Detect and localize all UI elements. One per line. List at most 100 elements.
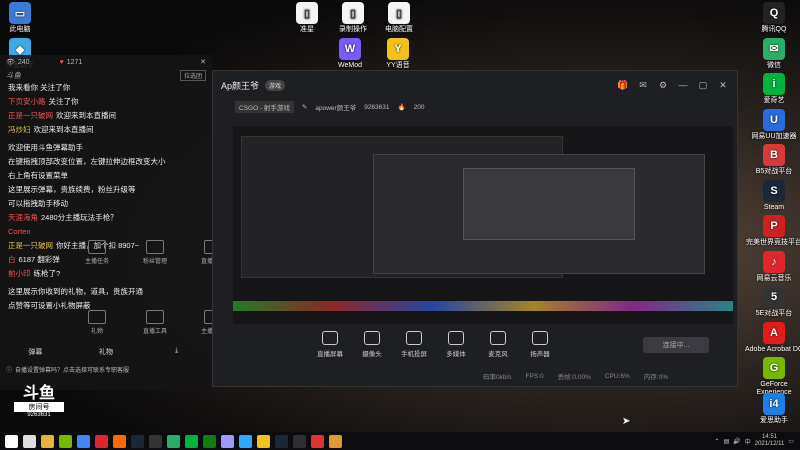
chat-message: 前小印 练枪了?	[0, 267, 212, 281]
taskbar-csgo-icon[interactable]	[329, 434, 342, 448]
taskbar-search-icon[interactable]	[23, 434, 36, 448]
danmaku-assistant-panel[interactable]: 👁 240 ♥ 1271 ✕ 斗鱼 拉选团 我来看你 关注了你 下页安小路 关注了你…	[0, 55, 225, 390]
preview-inner-3	[463, 168, 635, 240]
taskbar-red-app-icon[interactable]	[311, 434, 324, 448]
room-id: 9263631	[364, 103, 390, 111]
source-button[interactable]: 扬声器	[519, 327, 561, 358]
close-icon[interactable]: ✕	[717, 79, 729, 91]
clock-date: 2021/12/11	[754, 441, 785, 447]
edit-icon[interactable]: ✎	[302, 103, 307, 111]
chat-username[interactable]: 天涯海角	[8, 213, 38, 222]
tray-chevron-icon[interactable]: ⌃	[715, 438, 720, 445]
desktop-icon-right-3[interactable]: U 网易UU加速器	[742, 108, 800, 141]
desktop-icon-label: 爱思助手	[760, 416, 788, 424]
taskbar-qq-icon[interactable]	[149, 434, 162, 448]
chat-message: 这里展示弹幕，贵族续费，粉丝升级等	[0, 183, 212, 197]
desktop-icon-label: 此电脑	[9, 26, 31, 33]
stream-preview[interactable]	[233, 126, 733, 324]
streaming-window[interactable]: Ap颜王爷 游戏 🎁 ✉ ⚙ — ▢ ✕ CSGO - 射手游戏 ✎ apowe…	[212, 70, 738, 387]
tab-danmaku[interactable]: 弹幕	[0, 347, 71, 361]
taskbar-netease-music-icon[interactable]	[95, 434, 108, 448]
minimize-icon[interactable]: —	[677, 79, 689, 91]
start-stream-button[interactable]: 连接中...	[643, 337, 709, 353]
desktop-icon-label: 网易UU加速器	[751, 132, 797, 140]
maximize-icon[interactable]: ▢	[697, 79, 709, 91]
desktop-icon-right-7[interactable]: ♪ 网易云音乐	[742, 250, 800, 283]
chat-username[interactable]: 前小印	[8, 269, 31, 278]
download-icon[interactable]: ⤓	[141, 347, 212, 361]
douyu-room-label: 房间号	[14, 402, 64, 412]
desktop-icon-right-9[interactable]: A Adobe Acrobat DC	[742, 321, 800, 354]
chat-username[interactable]: 冯炒妇	[8, 125, 31, 134]
taskbar-iqiyi-icon[interactable]	[185, 434, 198, 448]
tool-tile[interactable]: 礼物	[80, 310, 114, 335]
tool-tile[interactable]: 粉丝管理	[138, 240, 172, 265]
gift-icon[interactable]: 🎁	[617, 79, 629, 91]
desktop-icon-label: 微信	[767, 61, 781, 69]
taskbar-steam2-icon[interactable]	[275, 434, 288, 448]
desktop-icon-right-0[interactable]: Q 腾讯QQ	[742, 2, 800, 34]
source-button[interactable]: 麦克风	[477, 327, 519, 358]
chat-username[interactable]: Corten	[8, 227, 31, 236]
desktop-icon-top-2[interactable]: ▯ 电脑配置	[367, 2, 431, 34]
desktop-icon-label: Steam	[763, 203, 785, 211]
taskbar-photoshop-icon[interactable]	[239, 434, 252, 448]
chat-text: 在键拖拽顶部改变位置，左键拉伸边框改变大小	[8, 157, 166, 166]
chat-footer: ⓘ 自播设置弹幕吗？点击选择可联系专职客服	[0, 363, 218, 375]
clock-time: 14:51	[762, 434, 778, 440]
like-count: 1271	[66, 58, 83, 66]
taskbar-obs-icon[interactable]	[293, 434, 306, 448]
taskbar-douyu-icon[interactable]	[113, 434, 126, 448]
desktop-icon-right-5[interactable]: S Steam	[742, 179, 800, 212]
desktop-icon-right-6[interactable]: P 完美世界竞技平台	[742, 215, 800, 247]
taskbar-wechat-icon[interactable]	[167, 434, 180, 448]
chat-message-list[interactable]: 我来看你 关注了你 下页安小路 关注了你 正是一只破网 欢迎来到本直播间 冯炒妇 欢迎来到本…	[0, 81, 212, 313]
source-button[interactable]: 摄像头	[351, 327, 393, 358]
taskbar-steam-icon[interactable]	[131, 434, 144, 448]
volume-icon[interactable]: 🔊	[733, 438, 740, 445]
taskbar-nvidia-icon[interactable]	[59, 434, 72, 448]
chat-username[interactable]: 下页安小路	[8, 97, 46, 106]
desktop-icon-right-2[interactable]: i 爱奇艺	[742, 73, 800, 105]
chat-header-label[interactable]: 拉选团	[179, 69, 206, 81]
clock[interactable]: 14:51 2021/12/11	[755, 434, 785, 448]
desktop-icon-right-10[interactable]: GGeForce Experience	[742, 357, 800, 397]
chat-icon[interactable]: ✉	[637, 79, 649, 91]
desktop-icon-right-4[interactable]: B B5对战平台	[742, 144, 800, 176]
desktop-icon-right-1[interactable]: ✉ 微信	[742, 37, 800, 70]
desktop-icon-right-8[interactable]: 5 5E对战平台	[742, 286, 800, 318]
tab-gifts[interactable]: 礼物	[71, 347, 142, 361]
desktop-icon-top-4[interactable]: Y YY语音	[366, 38, 430, 70]
taskbar-yy-icon[interactable]	[257, 434, 270, 448]
source-button[interactable]: 多媒体	[435, 327, 477, 358]
taskbar-start-icon[interactable]	[5, 434, 18, 448]
ime-icon[interactable]: 中	[745, 437, 751, 446]
category-tag[interactable]: 游戏	[265, 79, 286, 91]
desktop-icon-left-0[interactable]: ▭ 此电脑	[0, 2, 52, 34]
source-label: 摄像头	[362, 351, 382, 358]
network-icon[interactable]: ▤	[724, 438, 730, 445]
notification-icon[interactable]: ▭	[788, 438, 794, 445]
chat-username[interactable]: 正是一只破网	[8, 111, 53, 120]
close-icon[interactable]: ✕	[200, 58, 206, 66]
taskbar-folder-icon[interactable]	[41, 434, 54, 448]
tool-tile[interactable]: 主播任务	[80, 240, 114, 265]
footer-hint: 自播设置弹幕吗？点击选择可联系专职客服	[15, 367, 130, 374]
source-icon	[448, 331, 464, 345]
chat-message: 右上角有设置菜单	[0, 169, 212, 183]
chat-text: 这里展示你收到的礼物，道具，贵族开通	[8, 287, 143, 296]
settings-icon[interactable]: ⚙	[657, 79, 669, 91]
status-item: 码率0kb/s	[483, 374, 512, 381]
source-label: 多媒体	[446, 351, 466, 358]
chat-username[interactable]: 正是一只破网	[8, 241, 53, 250]
source-button[interactable]: 直播屏幕	[309, 327, 351, 358]
source-button[interactable]: 手机投屏	[393, 327, 435, 358]
desktop-icon-right-11[interactable]: i4 爱思助手	[742, 392, 800, 425]
tile-label: 直播工具	[142, 329, 167, 335]
taskbar-xbox-icon[interactable]	[203, 434, 216, 448]
chat-username[interactable]: 白	[8, 255, 16, 264]
game-breadcrumb[interactable]: CSGO - 射手游戏	[235, 101, 294, 113]
tool-tile[interactable]: 直播工具	[138, 310, 172, 335]
taskbar-chrome-icon[interactable]	[77, 434, 90, 448]
taskbar-premiere-icon[interactable]	[221, 434, 234, 448]
